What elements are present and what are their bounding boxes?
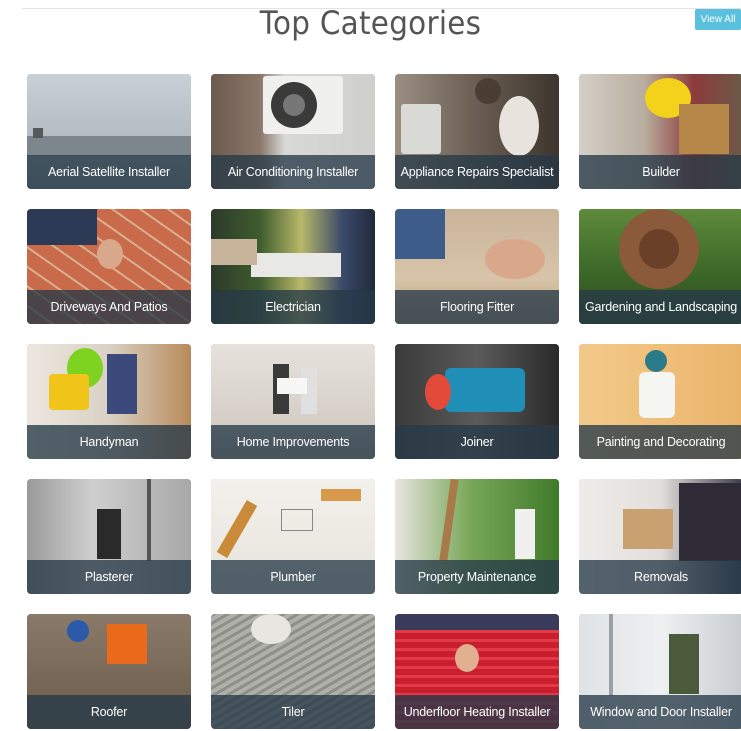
category-tile-plasterer[interactable]: Plasterer [27, 479, 191, 594]
category-tile-flooring-fitter[interactable]: Flooring Fitter [395, 209, 559, 324]
category-label: Home Improvements [211, 425, 375, 459]
category-tile-roofer[interactable]: Roofer [27, 614, 191, 729]
category-tile-appliance-repairs-specialist[interactable]: Appliance Repairs Specialist [395, 74, 559, 189]
category-tile-underfloor-heating-installer[interactable]: Underfloor Heating Installer [395, 614, 559, 729]
category-label: Builder [579, 155, 741, 189]
category-tile-air-conditioning-installer[interactable]: Air Conditioning Installer [211, 74, 375, 189]
section-title: Top Categories [259, 4, 482, 42]
category-label: Property Maintenance [395, 560, 559, 594]
category-label: Painting and Decorating [579, 425, 741, 459]
category-tile-window-and-door-installer[interactable]: Window and Door Installer [579, 614, 741, 729]
category-label: Roofer [27, 695, 191, 729]
category-grid: Aerial Satellite Installer Air Condition… [27, 74, 741, 729]
category-label: Electrician [211, 290, 375, 324]
category-tile-handyman[interactable]: Handyman [27, 344, 191, 459]
category-tile-painting-and-decorating[interactable]: Painting and Decorating [579, 344, 741, 459]
category-tile-electrician[interactable]: Electrician [211, 209, 375, 324]
category-label: Flooring Fitter [395, 290, 559, 324]
category-label: Joiner [395, 425, 559, 459]
category-label: Driveways And Patios [27, 290, 191, 324]
category-label: Air Conditioning Installer [211, 155, 375, 189]
category-label: Gardening and Landscaping [579, 290, 741, 324]
category-tile-plumber[interactable]: Plumber [211, 479, 375, 594]
view-all-button[interactable]: View All [695, 9, 741, 30]
category-tile-tiler[interactable]: Tiler [211, 614, 375, 729]
category-tile-gardening-and-landscaping[interactable]: Gardening and Landscaping [579, 209, 741, 324]
category-label: Tiler [211, 695, 375, 729]
category-tile-builder[interactable]: Builder [579, 74, 741, 189]
top-categories-section: Top Categories View All Aerial Satellite… [0, 0, 741, 731]
category-tile-aerial-satellite-installer[interactable]: Aerial Satellite Installer [27, 74, 191, 189]
category-tile-joiner[interactable]: Joiner [395, 344, 559, 459]
category-tile-property-maintenance[interactable]: Property Maintenance [395, 479, 559, 594]
category-label: Plumber [211, 560, 375, 594]
category-label: Handyman [27, 425, 191, 459]
category-tile-home-improvements[interactable]: Home Improvements [211, 344, 375, 459]
category-label: Removals [579, 560, 741, 594]
category-label: Appliance Repairs Specialist [395, 155, 559, 189]
category-label: Plasterer [27, 560, 191, 594]
category-tile-removals[interactable]: Removals [579, 479, 741, 594]
category-label: Window and Door Installer [579, 695, 741, 729]
category-label: Underfloor Heating Installer [395, 695, 559, 729]
category-label: Aerial Satellite Installer [27, 155, 191, 189]
category-tile-driveways-and-patios[interactable]: Driveways And Patios [27, 209, 191, 324]
